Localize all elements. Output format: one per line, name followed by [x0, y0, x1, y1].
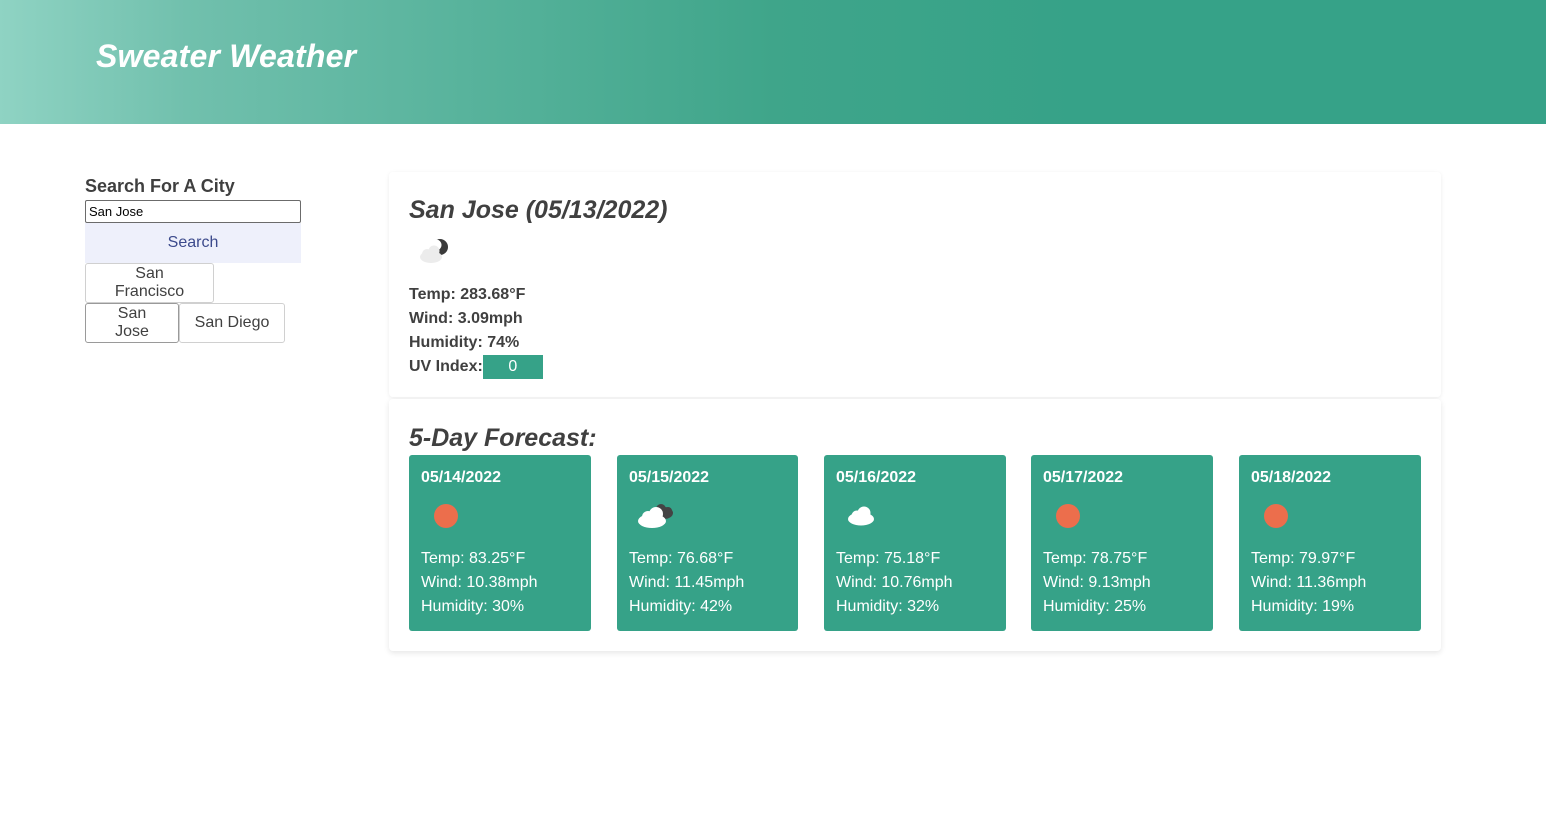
- moon-cloud-icon: [420, 239, 448, 263]
- forecast-day-card: 05/15/2022 Temp: 76.68°F Wind: 11.45mph …: [617, 455, 798, 631]
- forecast-wind: Wind: 10.38mph: [421, 574, 538, 591]
- search-label: Search For A City: [85, 176, 235, 196]
- search-history: San Francisco San Jose San Diego: [85, 263, 301, 353]
- forecast-date: 05/17/2022: [1043, 469, 1124, 486]
- history-button-san-jose[interactable]: San Jose: [85, 303, 179, 343]
- forecast-temp: Temp: 75.18°F: [836, 550, 941, 567]
- cloudy-icon: [638, 504, 673, 528]
- forecast-humidity: Humidity: 25%: [1043, 598, 1147, 615]
- forecast-date: 05/16/2022: [836, 469, 917, 486]
- forecast-humidity: Humidity: 19%: [1251, 598, 1355, 615]
- current-weather-card: San Jose (05/13/2022) Temp: 283.68°F Win…: [389, 172, 1441, 397]
- forecast-title: 5-Day Forecast:: [409, 424, 597, 452]
- forecast-temp: Temp: 76.68°F: [629, 550, 734, 567]
- forecast-wind: Wind: 11.45mph: [629, 574, 745, 591]
- current-city-title: San Jose (05/13/2022): [409, 196, 668, 224]
- forecast-day-card: 05/18/2022 Temp: 79.97°F Wind: 11.36mph …: [1239, 455, 1421, 631]
- city-search-input[interactable]: [85, 200, 301, 223]
- search-panel: Search For A City Search San Francisco S…: [85, 174, 301, 353]
- history-button-san-diego[interactable]: San Diego: [179, 303, 285, 343]
- forecast-temp: Temp: 78.75°F: [1043, 550, 1148, 567]
- forecast-wind: Wind: 10.76mph: [836, 574, 953, 591]
- forecast-day-card: 05/17/2022 Temp: 78.75°F Wind: 9.13mph H…: [1031, 455, 1213, 631]
- history-button-san-francisco[interactable]: San Francisco: [85, 263, 214, 303]
- app-title: Sweater Weather: [96, 38, 357, 74]
- forecast-humidity: Humidity: 42%: [629, 598, 733, 615]
- sun-icon: [434, 504, 458, 528]
- uv-index-badge: 0: [482, 355, 543, 379]
- current-wind: Wind: 3.09mph: [409, 310, 523, 327]
- forecast-day-card: 05/14/2022 Temp: 83.25°F Wind: 10.38mph …: [409, 455, 591, 631]
- forecast-wind: Wind: 11.36mph: [1251, 574, 1367, 591]
- forecast-date: 05/14/2022: [421, 469, 502, 486]
- forecast-date: 05/18/2022: [1251, 469, 1332, 486]
- forecast-wind: Wind: 9.13mph: [1043, 574, 1151, 591]
- cloud-icon: [848, 506, 874, 526]
- uv-label: UV Index:: [409, 358, 483, 375]
- forecast-date: 05/15/2022: [629, 469, 710, 486]
- forecast-day-card: 05/16/2022 Temp: 75.18°F Wind: 10.76mph …: [824, 455, 1006, 631]
- sun-icon: [1264, 504, 1288, 528]
- app-header: Sweater Weather: [0, 0, 1546, 124]
- forecast-panel: 5-Day Forecast: 05/14/2022 Temp: 83.25°F…: [389, 399, 1441, 651]
- search-button[interactable]: Search: [85, 223, 301, 263]
- forecast-temp: Temp: 79.97°F: [1251, 550, 1356, 567]
- current-humidity: Humidity: 74%: [409, 334, 520, 351]
- forecast-humidity: Humidity: 32%: [836, 598, 940, 615]
- sun-icon: [1056, 504, 1080, 528]
- current-temp: Temp: 283.68°F: [409, 286, 526, 303]
- forecast-humidity: Humidity: 30%: [421, 598, 525, 615]
- current-stats: Temp: 283.68°F Wind: 3.09mph Humidity: 7…: [409, 283, 543, 379]
- forecast-temp: Temp: 83.25°F: [421, 550, 526, 567]
- current-uv-row: UV Index: 0: [409, 355, 543, 379]
